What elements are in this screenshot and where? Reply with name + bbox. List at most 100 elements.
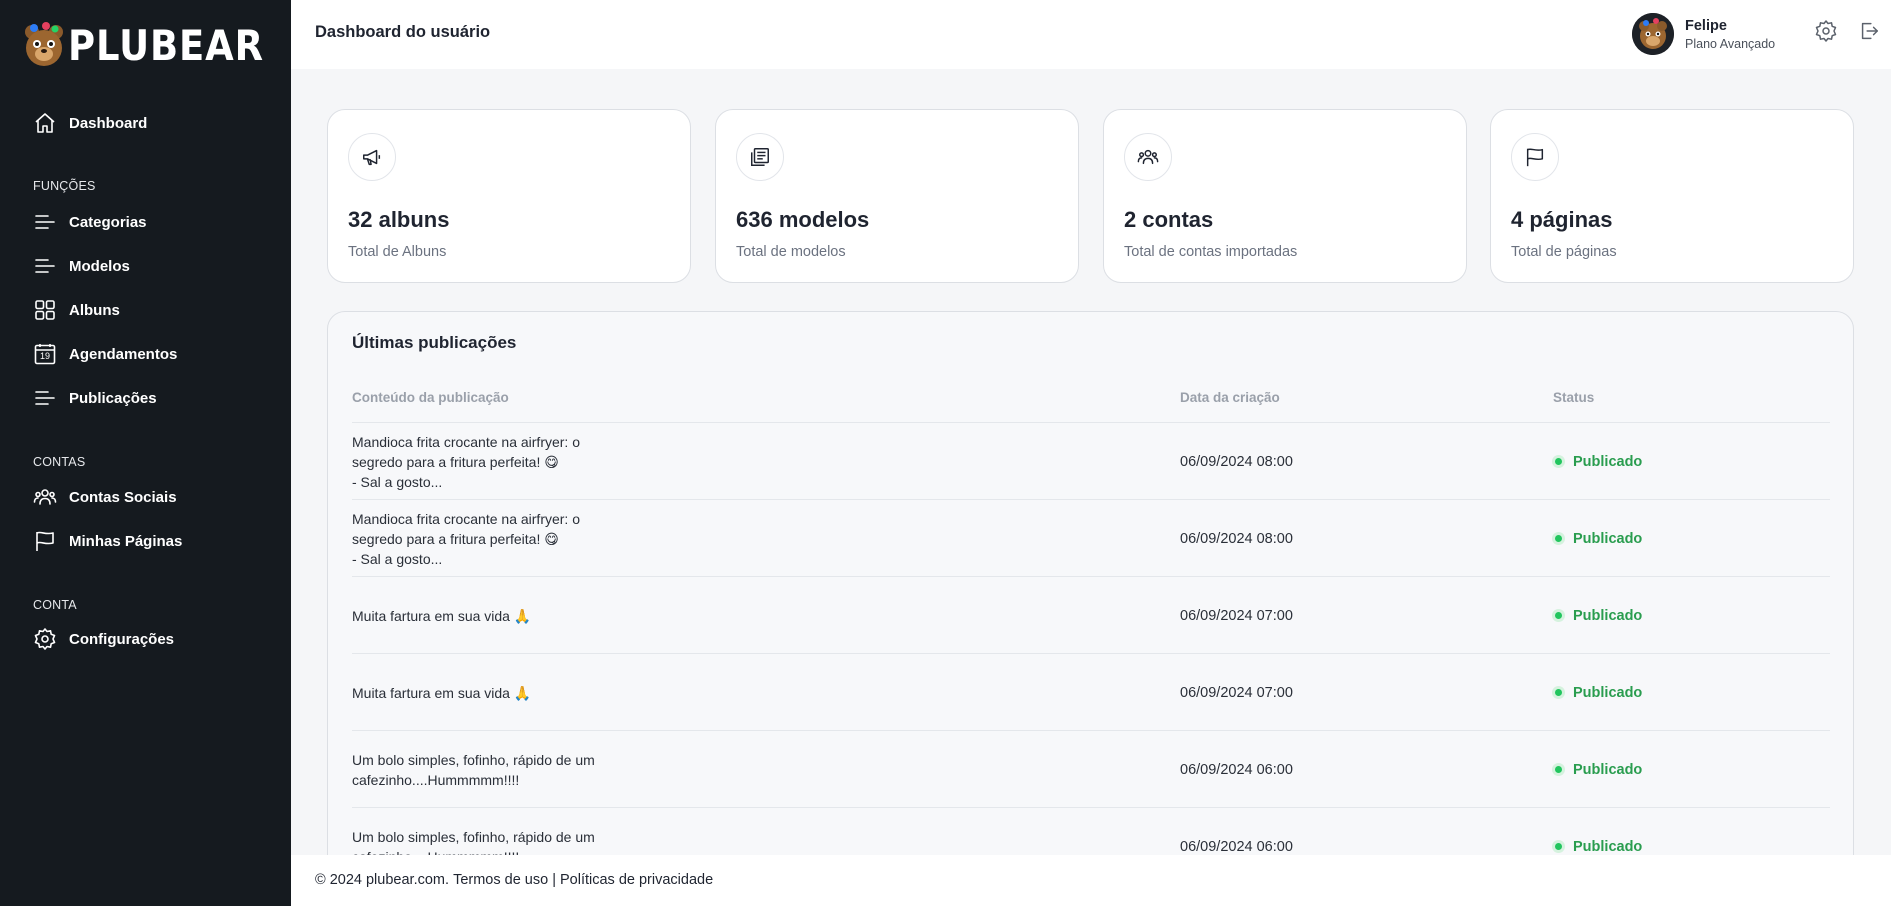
brand-name: PLUBEAR	[68, 20, 264, 70]
sidebar-item-label: Dashboard	[69, 114, 148, 132]
stat-value: 32 albuns	[348, 207, 450, 232]
section-title-funcoes: FUNÇÕES	[33, 179, 96, 193]
status-dot-icon	[1552, 532, 1565, 545]
footer-copyright: © 2024 plubear.com.	[315, 872, 454, 888]
sidebar-item-categorias[interactable]: Categorias	[32, 207, 147, 237]
users-icon	[32, 484, 58, 510]
flag-icon	[1511, 133, 1559, 181]
sidebar-item-label: Agendamentos	[69, 345, 178, 363]
status-label: Publicado	[1573, 453, 1643, 470]
page-title: Dashboard do usuário	[315, 23, 491, 41]
column-header-content: Conteúdo da publicação	[352, 390, 509, 405]
megaphone-icon	[348, 133, 396, 181]
publication-content: Muita fartura em sua vida 🙏	[352, 607, 532, 624]
status-dot-icon	[1552, 686, 1565, 699]
publication-date: 06/09/2024 06:00	[1180, 761, 1293, 778]
table-row[interactable]: Muita fartura em sua vida 🙏 06/09/2024 0…	[352, 576, 1830, 653]
section-title-conta: CONTA	[33, 598, 77, 612]
sidebar-item-contas-sociais[interactable]: Contas Sociais	[32, 482, 177, 512]
flag-icon	[32, 528, 58, 554]
footer: © 2024 plubear.com. Termos de uso | Polí…	[291, 855, 1891, 906]
grid-icon	[32, 297, 58, 323]
stat-card-paginas: 4 páginas Total de páginas	[1490, 109, 1854, 283]
sidebar-item-modelos[interactable]: Modelos	[32, 251, 130, 281]
table-row[interactable]: Muita fartura em sua vida 🙏 06/09/2024 0…	[352, 653, 1830, 730]
sidebar-item-label: Publicações	[69, 389, 157, 407]
publication-date: 06/09/2024 07:00	[1180, 607, 1293, 624]
status-dot-icon	[1552, 609, 1565, 622]
logout-icon	[1858, 20, 1880, 47]
table-row[interactable]: Mandioca frita crocante na airfryer: o s…	[352, 422, 1830, 499]
stat-caption: Total de páginas	[1511, 244, 1617, 260]
calendar-icon: 19	[32, 341, 58, 367]
settings-button[interactable]	[1813, 19, 1839, 48]
publication-date: 06/09/2024 08:00	[1180, 530, 1293, 547]
status-badge: Publicado	[1552, 577, 1642, 654]
sidebar-item-configuracoes[interactable]: Configurações	[32, 624, 174, 654]
status-badge: Publicado	[1552, 500, 1642, 577]
status-badge: Publicado	[1552, 731, 1642, 808]
user-menu[interactable]: Felipe Plano Avançado	[1632, 13, 1775, 55]
avatar	[1632, 13, 1674, 55]
terms-link[interactable]: Termos de uso	[453, 872, 548, 888]
menu-lines-icon	[32, 253, 58, 279]
brand-logo[interactable]: PLUBEAR	[22, 18, 291, 72]
stat-caption: Total de contas importadas	[1124, 244, 1298, 260]
sidebar-item-label: Contas Sociais	[69, 488, 177, 506]
sidebar-item-dashboard[interactable]: Dashboard	[32, 108, 147, 138]
publication-date: 06/09/2024 08:00	[1180, 453, 1293, 470]
sidebar-item-label: Modelos	[69, 257, 130, 275]
status-label: Publicado	[1573, 607, 1643, 624]
gear-icon	[1814, 19, 1838, 48]
bear-mascot-icon	[22, 20, 66, 70]
newspaper-icon	[736, 133, 784, 181]
status-dot-icon	[1552, 455, 1565, 468]
stat-card-modelos: 636 modelos Total de modelos	[715, 109, 1079, 283]
logout-button[interactable]	[1856, 20, 1882, 46]
sidebar-item-publicacoes[interactable]: Publicações	[32, 383, 157, 413]
status-dot-icon	[1552, 763, 1565, 776]
users-icon	[1124, 133, 1172, 181]
status-label: Publicado	[1573, 838, 1643, 855]
sidebar-item-label: Configurações	[69, 630, 175, 648]
publication-content: Um bolo simples, fofinho, rápido de um c…	[352, 751, 595, 788]
status-label: Publicado	[1573, 530, 1643, 547]
footer-separator: |	[548, 872, 560, 888]
table-row[interactable]: Um bolo simples, fofinho, rápido de um c…	[352, 730, 1830, 807]
status-label: Publicado	[1573, 761, 1643, 778]
sidebar-item-label: Minhas Páginas	[69, 532, 183, 550]
sidebar-item-albuns[interactable]: Albuns	[32, 295, 120, 325]
publication-date: 06/09/2024 07:00	[1180, 684, 1293, 701]
stat-card-albuns: 32 albuns Total de Albuns	[327, 109, 691, 283]
sidebar-item-label: Categorias	[69, 213, 147, 231]
calendar-day: 19	[39, 351, 50, 361]
sidebar-item-agendamentos[interactable]: 19 Agendamentos	[32, 339, 177, 369]
user-name: Felipe	[1685, 17, 1727, 34]
status-label: Publicado	[1573, 684, 1643, 701]
panel-title: Últimas publicações	[352, 333, 517, 352]
sidebar-item-label: Albuns	[69, 301, 120, 319]
menu-lines-icon	[32, 385, 58, 411]
stat-caption: Total de modelos	[736, 244, 846, 260]
stat-value: 2 contas	[1124, 207, 1214, 232]
menu-lines-icon	[32, 209, 58, 235]
stat-value: 636 modelos	[736, 207, 870, 232]
publication-content: Mandioca frita crocante na airfryer: o s…	[352, 433, 580, 490]
status-badge: Publicado	[1552, 654, 1642, 731]
publication-content: Muita fartura em sua vida 🙏	[352, 684, 532, 701]
section-title-contas: CONTAS	[33, 455, 86, 469]
status-dot-icon	[1552, 840, 1565, 853]
sidebar: PLUBEAR Dashboard FUNÇÕES Categorias Mod…	[0, 0, 291, 906]
sidebar-item-minhas-paginas[interactable]: Minhas Páginas	[32, 526, 182, 556]
latest-publications-panel: Últimas publicações Conteúdo da publicaç…	[327, 311, 1854, 906]
privacy-link[interactable]: Políticas de privacidade	[560, 872, 713, 888]
stat-caption: Total de Albuns	[348, 244, 447, 260]
topbar: Dashboard do usuário Felipe Plano Avança…	[291, 0, 1891, 69]
home-icon	[32, 110, 58, 136]
column-header-date: Data da criação	[1180, 390, 1280, 405]
table-row[interactable]: Mandioca frita crocante na airfryer: o s…	[352, 499, 1830, 576]
stat-card-contas: 2 contas Total de contas importadas	[1103, 109, 1467, 283]
publication-content: Mandioca frita crocante na airfryer: o s…	[352, 510, 580, 567]
gear-icon	[32, 626, 58, 652]
stat-value: 4 páginas	[1511, 207, 1613, 232]
